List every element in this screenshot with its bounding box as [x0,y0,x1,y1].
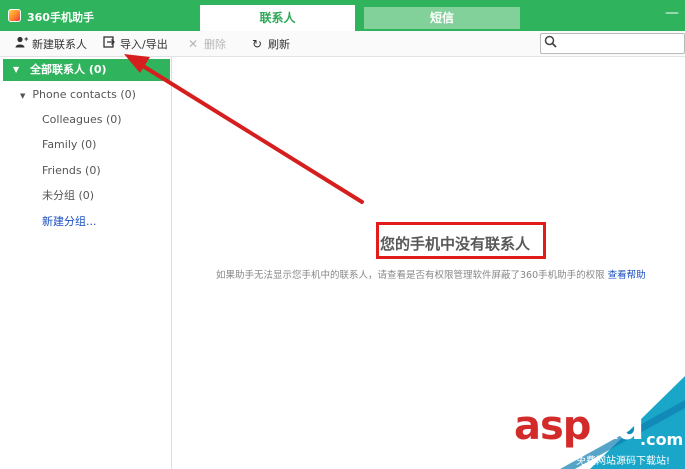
sidebar-item-family[interactable]: Family (0) [42,137,96,153]
sidebar-item-phone-contacts[interactable]: ▼ Phone contacts (0) [20,87,136,103]
watermark-ku: ku [590,403,644,449]
import-export-button[interactable]: 导入/导出 [102,31,168,57]
refresh-label: 刷新 [268,38,290,51]
sidebar-item-all-contacts[interactable]: ▼ 全部联系人 (0) [3,59,170,81]
watermark-asp: asp [514,403,591,449]
sidebar-item-friends[interactable]: Friends (0) [42,163,101,179]
caret-down-icon: ▼ [20,92,26,100]
minimize-button[interactable]: — [665,6,679,20]
add-user-icon [14,31,28,57]
sidebar-item-colleagues[interactable]: Colleagues (0) [42,112,122,128]
import-export-label: 导入/导出 [120,38,168,51]
search-icon [544,35,557,52]
app-logo-icon [8,9,21,22]
sidebar-item-label: 全部联系人 (0) [30,63,107,76]
delete-button[interactable]: ✕ 删除 [186,31,226,57]
app-title: 360手机助手 [27,11,94,24]
watermark-logo: aspku [514,403,645,449]
tab-sms[interactable]: 短信 [364,7,520,29]
empty-state-hint-text: 如果助手无法显示您手机中的联系人，请查看是否有权限管理软件屏蔽了360手机助手的… [216,270,605,281]
import-export-icon [102,31,116,57]
toolbar: 新建联系人 导入/导出 ✕ 删除 ↻ 刷新 [0,31,685,57]
caret-down-icon: ▼ [13,65,20,74]
sidebar-item-ungrouped[interactable]: 未分组 (0) [42,188,94,204]
help-link[interactable]: 查看帮助 [608,270,646,281]
new-contact-button[interactable]: 新建联系人 [14,31,87,57]
tab-contacts[interactable]: 联系人 [200,5,355,31]
search-box [540,33,685,54]
title-bar: 360手机助手 联系人 短信 — [0,0,685,31]
watermark-com: .com [640,430,684,449]
refresh-button[interactable]: ↻ 刷新 [250,31,290,57]
close-icon: ✕ [187,37,199,51]
delete-label: 删除 [204,38,226,51]
refresh-icon: ↻ [251,37,263,51]
annotation-highlight-box [376,222,546,259]
sidebar: ▼ 全部联系人 (0) ▼ Phone contacts (0) Colleagu… [0,57,172,469]
watermark-subtitle: 免费网站源码下载站! [576,456,671,467]
sidebar-item-label: Phone contacts (0) [32,88,136,101]
search-input[interactable] [559,36,679,51]
new-group-link[interactable]: 新建分组... [42,213,97,229]
new-contact-label: 新建联系人 [32,38,87,51]
empty-state-hint: 如果助手无法显示您手机中的联系人，请查看是否有权限管理软件屏蔽了360手机助手的… [216,267,646,281]
